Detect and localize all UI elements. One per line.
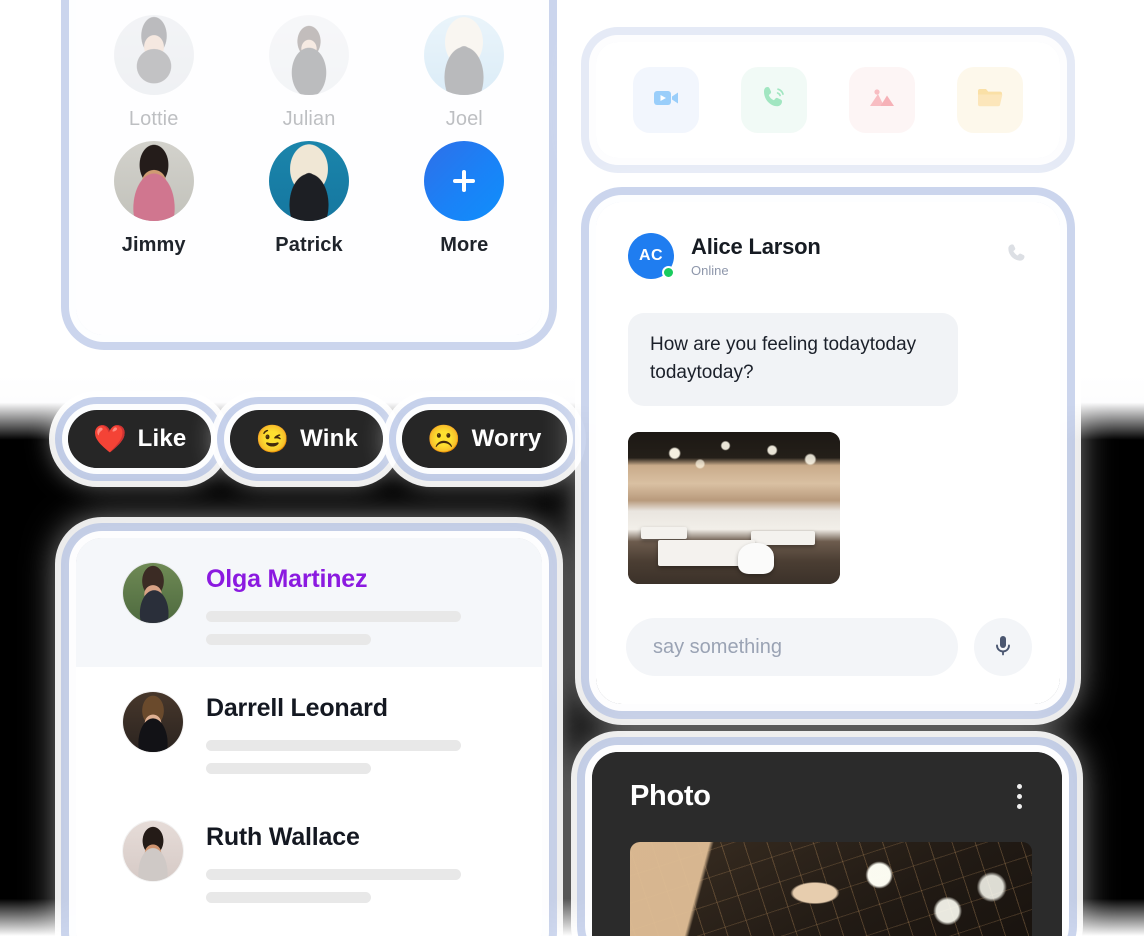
status-badge: Online — [691, 263, 729, 278]
contact-name-label: Joel — [445, 108, 483, 130]
page-title: Photo — [630, 780, 711, 812]
chair — [738, 543, 775, 574]
avatar-darrell — [122, 691, 184, 753]
contacts-grid: Lottie Julian Joel Jimmy Patrick More — [76, 15, 542, 257]
contact-name-label: Patrick — [275, 234, 343, 256]
reaction-label: Like — [137, 425, 187, 452]
reaction-label: Worry — [471, 425, 542, 452]
chat-composer — [626, 618, 1032, 676]
avatar-patrick — [268, 141, 349, 221]
folder-icon — [975, 83, 1005, 118]
contact-list-card: Olga Martinez Darrell Leonard Ruth Walla… — [76, 538, 542, 936]
chat-contact-name: Alice Larson — [691, 234, 821, 259]
contact-name-label: Julian — [282, 108, 336, 130]
avatar: AC — [628, 233, 675, 279]
avatar-initials: AC — [638, 247, 664, 264]
list-item-body: Olga Martinez — [206, 562, 512, 645]
avatar-lottie — [113, 15, 194, 95]
list-item-body: Ruth Wallace — [206, 820, 512, 903]
video-camera-icon — [651, 83, 681, 118]
chat-contact-meta: Alice Larson Online — [691, 234, 1005, 278]
wink-emoji: 😉 — [255, 423, 290, 454]
reaction-wink-wrapper: 😉 Wink — [230, 410, 383, 468]
photo-card-header: Photo — [592, 752, 1062, 817]
ceiling-lights-photo — [630, 842, 1032, 936]
contact-name-label: More — [440, 234, 489, 256]
photo-card-image[interactable] — [630, 842, 1032, 936]
online-status-dot — [662, 266, 675, 279]
phone-call-icon — [759, 83, 789, 118]
reaction-worry-wrapper: ☹️ Worry — [402, 410, 567, 468]
reaction-label: Wink — [300, 425, 358, 452]
avatar-julian — [268, 15, 349, 95]
reaction-like-button[interactable]: ❤️ Like — [68, 410, 212, 468]
desk — [640, 526, 688, 539]
reaction-worry-button[interactable]: ☹️ Worry — [402, 410, 567, 468]
skeleton-line-long — [206, 740, 461, 751]
chat-attachment-image[interactable] — [628, 432, 840, 585]
files-button[interactable] — [957, 67, 1023, 133]
avatar-joel — [424, 15, 505, 95]
skeleton-line-short — [206, 763, 371, 774]
contact-lottie[interactable]: Lottie — [76, 15, 231, 131]
contact-more-button[interactable]: More — [387, 141, 542, 257]
heart-emoji: ❤️ — [93, 423, 127, 454]
reaction-like-wrapper: ❤️ Like — [68, 410, 212, 468]
avatar-olga — [122, 562, 184, 624]
plus-icon — [424, 141, 505, 221]
list-item-name: Darrell Leonard — [206, 694, 388, 722]
contact-julian[interactable]: Julian — [231, 15, 386, 131]
contact-name-label: Jimmy — [121, 234, 186, 256]
image-icon — [867, 83, 897, 118]
chat-header: AC Alice Larson Online — [596, 202, 1060, 279]
list-item[interactable]: Darrell Leonard — [76, 667, 542, 796]
reaction-pills: ❤️ Like 😉 Wink ☹️ Worry — [68, 410, 567, 468]
video-call-button[interactable] — [633, 67, 699, 133]
microphone-icon — [990, 633, 1016, 662]
list-item-name: Ruth Wallace — [206, 823, 360, 851]
kebab-menu-icon[interactable] — [1007, 776, 1032, 817]
voice-call-button[interactable] — [741, 67, 807, 133]
list-item-body: Darrell Leonard — [206, 691, 512, 774]
skeleton-line-long — [206, 869, 461, 880]
phone-icon[interactable] — [1005, 241, 1030, 271]
message-input[interactable] — [626, 618, 958, 676]
photo-card: Photo — [592, 752, 1062, 936]
gallery-button[interactable] — [849, 67, 915, 133]
chat-card: AC Alice Larson Online How are you feeli… — [596, 202, 1060, 704]
reaction-wink-button[interactable]: 😉 Wink — [230, 410, 383, 468]
contact-jimmy[interactable]: Jimmy — [76, 141, 231, 257]
contacts-grid-card: Lottie Julian Joel Jimmy Patrick More — [76, 0, 542, 335]
avatar-ruth — [122, 820, 184, 882]
list-item[interactable]: Olga Martinez — [76, 538, 542, 667]
list-item[interactable]: Ruth Wallace — [76, 796, 542, 925]
contact-joel[interactable]: Joel — [387, 15, 542, 131]
worry-emoji: ☹️ — [427, 423, 461, 454]
quick-actions-bar — [596, 42, 1060, 158]
chat-message-bubble: How are you feeling todaytoday todaytoda… — [628, 313, 958, 407]
skeleton-line-long — [206, 611, 461, 622]
list-item-name: Olga Martinez — [206, 565, 368, 593]
avatar-jimmy — [113, 141, 194, 221]
contact-patrick[interactable]: Patrick — [231, 141, 386, 257]
voice-record-button[interactable] — [974, 618, 1032, 676]
skeleton-line-short — [206, 892, 371, 903]
skeleton-line-short — [206, 634, 371, 645]
contact-name-label: Lottie — [128, 108, 179, 130]
screenshot-stage: Lottie Julian Joel Jimmy Patrick More ❤️… — [0, 0, 1144, 936]
